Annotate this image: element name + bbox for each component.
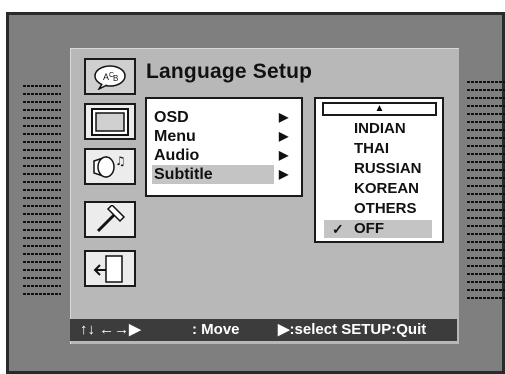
menu-item-label: Audio <box>154 147 200 164</box>
scroll-up-button[interactable]: ▲ <box>322 102 437 116</box>
select-quit-hint: ▶:select SETUP:Quit <box>278 321 427 338</box>
option-thai[interactable]: THAI <box>324 140 432 158</box>
up-arrow-icon: ▲ <box>374 103 385 114</box>
menu-item-audio[interactable]: Audio ▶ <box>152 146 288 165</box>
option-off[interactable]: ✓ OFF <box>324 220 432 238</box>
menu-item-osd[interactable]: OSD ▶ <box>152 108 288 127</box>
option-label: OFF <box>354 220 384 237</box>
right-arrow-icon: ▶ <box>279 110 289 124</box>
speaker-audio-icon[interactable]: ♫ <box>84 148 136 185</box>
menu-item-menu[interactable]: Menu ▶ <box>152 127 288 146</box>
move-hint: : Move <box>192 321 240 338</box>
subtitle-language-list: ▲ INDIAN THAI RUSSIAN KOREAN OTHERS ✓ OF… <box>314 97 444 243</box>
menu-item-subtitle[interactable]: Subtitle ▶ <box>152 165 288 184</box>
option-russian[interactable]: RUSSIAN <box>324 160 432 178</box>
right-decoration-lines <box>467 81 505 299</box>
right-arrow-icon: ▶ <box>279 148 289 162</box>
tv-icon[interactable] <box>84 103 136 140</box>
navigation-arrows-icon: ↑↓ ←→▶ <box>80 321 141 338</box>
svg-text:B: B <box>113 74 118 83</box>
language-icon[interactable]: A C B <box>84 58 136 95</box>
language-main-menu: OSD ▶ Menu ▶ Audio ▶ Subtitle ▶ <box>145 97 303 197</box>
help-bar: ↑↓ ←→▶ : Move ▶:select SETUP:Quit <box>70 319 457 341</box>
left-decoration-lines <box>23 85 61 295</box>
right-arrow-icon: ▶ <box>279 167 289 181</box>
right-arrow-icon: ▶ <box>279 129 289 143</box>
checkmark-icon: ✓ <box>332 221 344 237</box>
option-indian[interactable]: INDIAN <box>324 120 432 138</box>
exit-door-icon[interactable] <box>84 250 136 287</box>
option-others[interactable]: OTHERS <box>324 200 432 218</box>
hammer-tools-icon[interactable] <box>84 201 136 238</box>
menu-title: Language Setup <box>146 60 313 83</box>
svg-text:♫: ♫ <box>115 154 126 168</box>
menu-item-label: Subtitle <box>154 166 213 183</box>
menu-item-label: Menu <box>154 128 196 145</box>
menu-item-label: OSD <box>154 109 189 126</box>
option-korean[interactable]: KOREAN <box>324 180 432 198</box>
